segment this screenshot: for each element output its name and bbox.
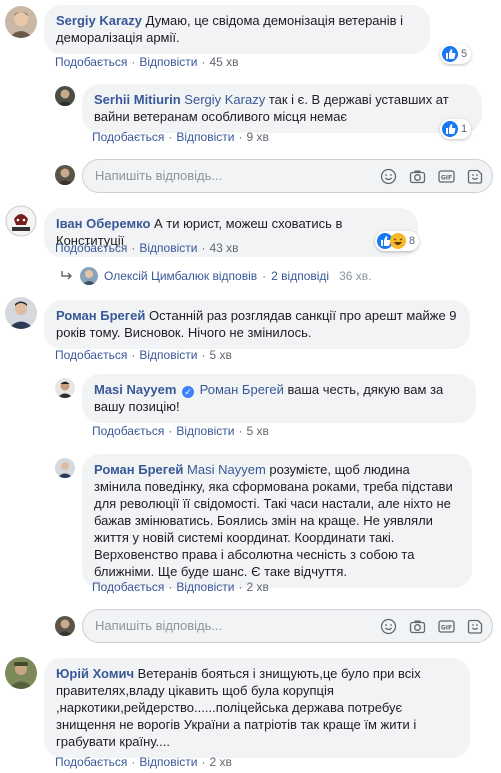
comment-bubble: Роман Брегей Останній раз розглядав санк… [44,300,470,349]
reply-bubble: Роман Брегей Masi Nayyem розумієте, щоб … [82,454,472,588]
comment-author[interactable]: Роман Брегей [94,462,183,477]
reaction-count[interactable]: 1 [440,119,472,139]
sticker-icon[interactable] [467,168,484,185]
replies-time: 36 хв. [339,269,372,283]
avatar-serhii-mitiurin[interactable] [55,86,75,106]
replies-count[interactable]: 2 відповіді [271,269,329,283]
reply-link[interactable]: Відповісти [176,130,234,144]
reply-link[interactable]: Відповісти [176,580,234,594]
comment-time[interactable]: 5 хв [209,348,231,362]
mention-link[interactable]: Роман Брегей [200,382,284,397]
reply-link[interactable]: Відповісти [139,348,197,362]
avatar-sergiy-karazy[interactable] [5,6,37,38]
reply-link[interactable]: Відповісти [139,755,197,769]
gif-icon[interactable]: GIF [438,618,455,635]
avatar-roman-bregei[interactable] [55,458,75,478]
sticker-icon[interactable] [467,618,484,635]
like-link[interactable]: Подобається [55,55,127,69]
comment-actions: Подобається · Відповісти · 5 хв [55,348,232,362]
comment-time[interactable]: 9 хв [246,130,268,144]
current-user-avatar [55,616,75,636]
like-link[interactable]: Подобається [92,424,164,438]
reply-input[interactable] [95,618,345,633]
like-icon [442,121,458,137]
gif-icon[interactable]: GIF [438,168,455,185]
current-user-avatar [55,165,75,185]
view-replies-link[interactable]: Олексій Цимбалюк відповів · 2 відповіді … [60,267,371,285]
like-link[interactable]: Подобається [92,580,164,594]
reply-arrow-icon [60,270,74,282]
reply-input-box[interactable]: GIF [82,159,493,193]
reply-link[interactable]: Відповісти [176,424,234,438]
reaction-count[interactable]: 8 [375,231,420,251]
avatar-masi-nayyem[interactable] [55,378,75,398]
comment-time[interactable]: 2 хв [246,580,268,594]
reply-tools: GIF [380,618,484,635]
comment-author[interactable]: Sergiy Karazy [56,13,142,28]
like-icon [442,46,458,62]
comment-time[interactable]: 5 хв [246,424,268,438]
like-link[interactable]: Подобається [55,241,127,255]
comment-text: розумієте, щоб людина змінила поведінку,… [94,462,453,579]
comment-actions: Подобається · Відповісти · 2 хв [92,580,269,594]
like-link[interactable]: Подобається [55,348,127,362]
reaction-count[interactable]: 5 [440,44,472,64]
camera-icon[interactable] [409,618,426,635]
comment-actions: Подобається · Відповісти · 43 хв [55,241,239,255]
comment-bubble: Юрій Хомич Ветеранів бояться і знищують,… [44,658,470,758]
comment-actions: Подобається · Відповісти · 45 хв [55,55,239,69]
avatar-ivan-oberemko[interactable] [5,205,37,237]
comment-author[interactable]: Юрій Хомич [56,666,134,681]
comment-actions: Подобається · Відповісти · 9 хв [92,130,269,144]
haha-icon [390,233,406,249]
reply-link[interactable]: Відповісти [139,55,197,69]
avatar-yurii-khomych[interactable] [5,657,37,689]
comment-author[interactable]: Serhii Mitiurin [94,92,181,107]
comment-actions: Подобається · Відповісти · 2 хв [55,755,232,769]
comment-author[interactable]: Іван Оберемко [56,216,150,231]
comment-time[interactable]: 43 хв [209,241,238,255]
comment-time[interactable]: 2 хв [209,755,231,769]
comment-author[interactable]: Masi Nayyem [94,382,176,397]
reply-input-box[interactable]: GIF [82,609,493,643]
reply-input[interactable] [95,168,345,183]
svg-text:GIF: GIF [441,175,452,182]
reply-tools: GIF [380,168,484,185]
like-link[interactable]: Подобається [92,130,164,144]
replier-avatar [80,267,98,285]
reply-link[interactable]: Відповісти [139,241,197,255]
comment-time[interactable]: 45 хв [209,55,238,69]
verified-badge-icon: ✓ [182,386,195,398]
reply-bubble: Masi Nayyem ✓ Роман Брегей ваша честь, д… [82,374,476,423]
replier-name[interactable]: Олексій Цимбалюк відповів [104,269,257,283]
reply-bubble: Serhii Mitiurin Sergiy Karazy так і є. В… [82,84,482,133]
like-link[interactable]: Подобається [55,755,127,769]
comment-bubble: Sergiy Karazy Думаю, це свідома демоніза… [44,5,430,54]
avatar-roman-bregei[interactable] [5,297,37,329]
emoji-icon[interactable] [380,168,397,185]
mention-link[interactable]: Sergiy Karazy [184,92,265,107]
camera-icon[interactable] [409,168,426,185]
comment-actions: Подобається · Відповісти · 5 хв [92,424,269,438]
emoji-icon[interactable] [380,618,397,635]
comment-author[interactable]: Роман Брегей [56,308,145,323]
svg-text:GIF: GIF [441,625,452,632]
mention-link[interactable]: Masi Nayyem [187,462,266,477]
